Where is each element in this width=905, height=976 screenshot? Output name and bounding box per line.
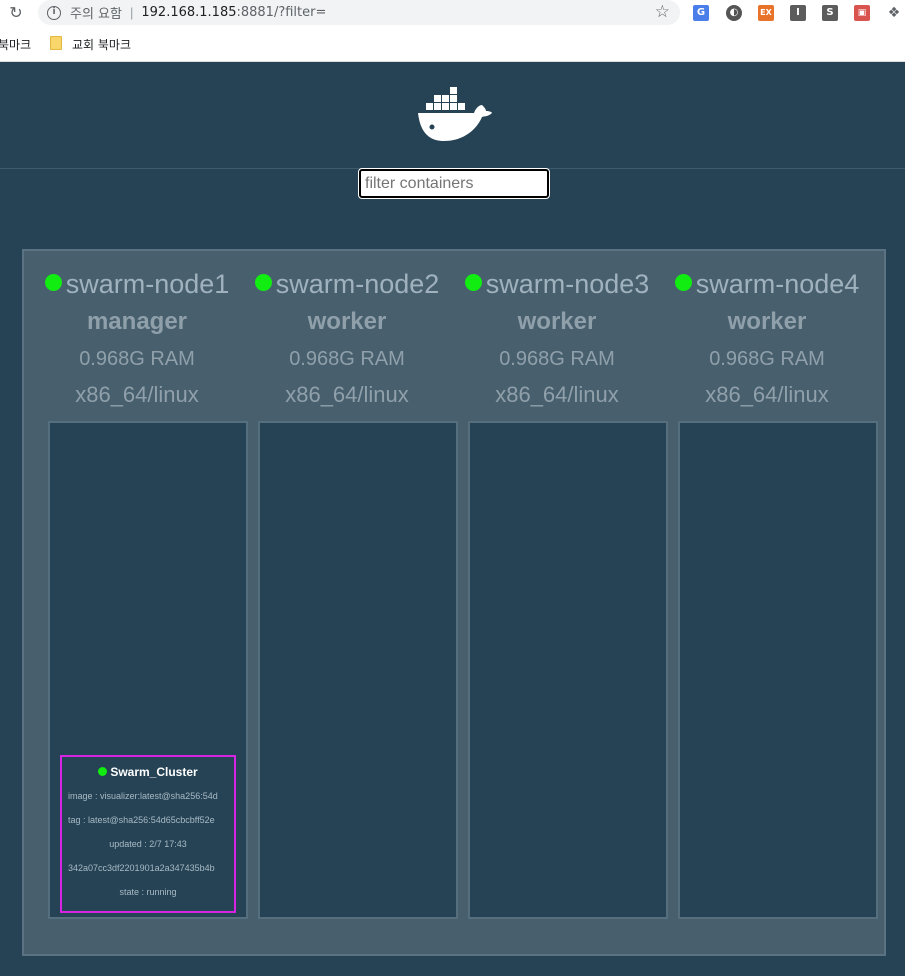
dark-mode-extension-icon[interactable]: ◐	[726, 5, 742, 21]
google-translate-icon[interactable]: G	[693, 5, 709, 21]
container-title: Swarm_Cluster	[62, 765, 234, 779]
node-name: swarm-node4	[662, 269, 872, 300]
info-icon[interactable]: i	[47, 5, 61, 20]
node-name-text: swarm-node1	[65, 269, 230, 299]
address-bar[interactable]: i 주의 요함 | 192.168.1.185:8881/?filter= ☆	[38, 0, 680, 25]
node-container-box	[258, 421, 458, 919]
s-extension-icon[interactable]: S	[822, 5, 838, 21]
node-container-box: Swarm_Cluster image : visualizer:latest@…	[48, 421, 248, 919]
node-ram: 0.968G RAM	[289, 348, 405, 370]
node-name: swarm-node1	[32, 269, 242, 300]
node-role: worker	[307, 308, 387, 335]
ex-extension-icon[interactable]: EX	[758, 5, 774, 21]
container-updated: updated : 2/7 17:43	[109, 839, 187, 849]
status-dot-icon	[44, 274, 62, 292]
node-role: worker	[727, 308, 807, 335]
container-state: state : running	[119, 887, 177, 897]
container-name: Swarm_Cluster	[110, 765, 198, 779]
node-os: x86_64/linux	[495, 382, 619, 407]
url-text[interactable]: 192.168.1.185:8881/?filter=	[141, 5, 326, 20]
container-id: 342a07cc3df2201901a2a347435b4b	[68, 863, 215, 873]
bookmark-item[interactable]: 북마크	[0, 36, 31, 53]
node-name-text: swarm-node3	[485, 269, 650, 299]
folder-icon	[50, 36, 62, 50]
address-separator: |	[129, 5, 134, 20]
node-container-box	[468, 421, 668, 919]
node-role: worker	[517, 308, 597, 335]
extensions-puzzle-icon[interactable]: ❖	[886, 5, 902, 21]
filter-containers-input[interactable]	[358, 168, 550, 199]
node-name: swarm-node2	[242, 269, 452, 300]
bookmarks-bar: 북마크 교회 북마크	[0, 26, 905, 62]
cluster-panel: swarm-node1 manager 0.968G RAM x86_64/li…	[22, 249, 886, 956]
bookmark-star-icon[interactable]: ☆	[655, 2, 670, 22]
url-path: :8881/?filter=	[236, 5, 327, 20]
node-ram: 0.968G RAM	[499, 348, 615, 370]
status-dot-icon	[464, 274, 482, 292]
node-ram: 0.968G RAM	[709, 348, 825, 370]
browser-toolbar: ↻ i 주의 요함 | 192.168.1.185:8881/?filter= …	[0, 0, 905, 26]
security-status: 주의 요함	[70, 7, 122, 22]
i-extension-icon[interactable]: I	[790, 5, 806, 21]
container-card[interactable]: Swarm_Cluster image : visualizer:latest@…	[60, 755, 236, 913]
container-image: image : visualizer:latest@sha256:54d	[68, 791, 218, 801]
node-os: x86_64/linux	[285, 382, 409, 407]
node-ram: 0.968G RAM	[79, 348, 195, 370]
status-dot-icon	[254, 274, 272, 292]
node-name-text: swarm-node2	[275, 269, 440, 299]
cast-extension-icon[interactable]: ▣	[854, 5, 870, 21]
status-dot-icon	[674, 274, 692, 292]
node-os: x86_64/linux	[75, 382, 199, 407]
reload-icon[interactable]: ↻	[6, 3, 26, 23]
container-status-dot-icon	[98, 767, 108, 776]
node-os: x86_64/linux	[705, 382, 829, 407]
node-role: manager	[86, 308, 188, 335]
node-container-box	[678, 421, 878, 919]
url-host: 192.168.1.185	[141, 5, 237, 20]
node-name-text: swarm-node4	[695, 269, 860, 299]
node-name: swarm-node3	[452, 269, 662, 300]
docker-whale-icon	[418, 87, 492, 141]
bookmark-folder[interactable]: 교회 북마크	[72, 36, 131, 53]
container-tag: tag : latest@sha256:54d65cbcbff52e	[68, 815, 215, 825]
